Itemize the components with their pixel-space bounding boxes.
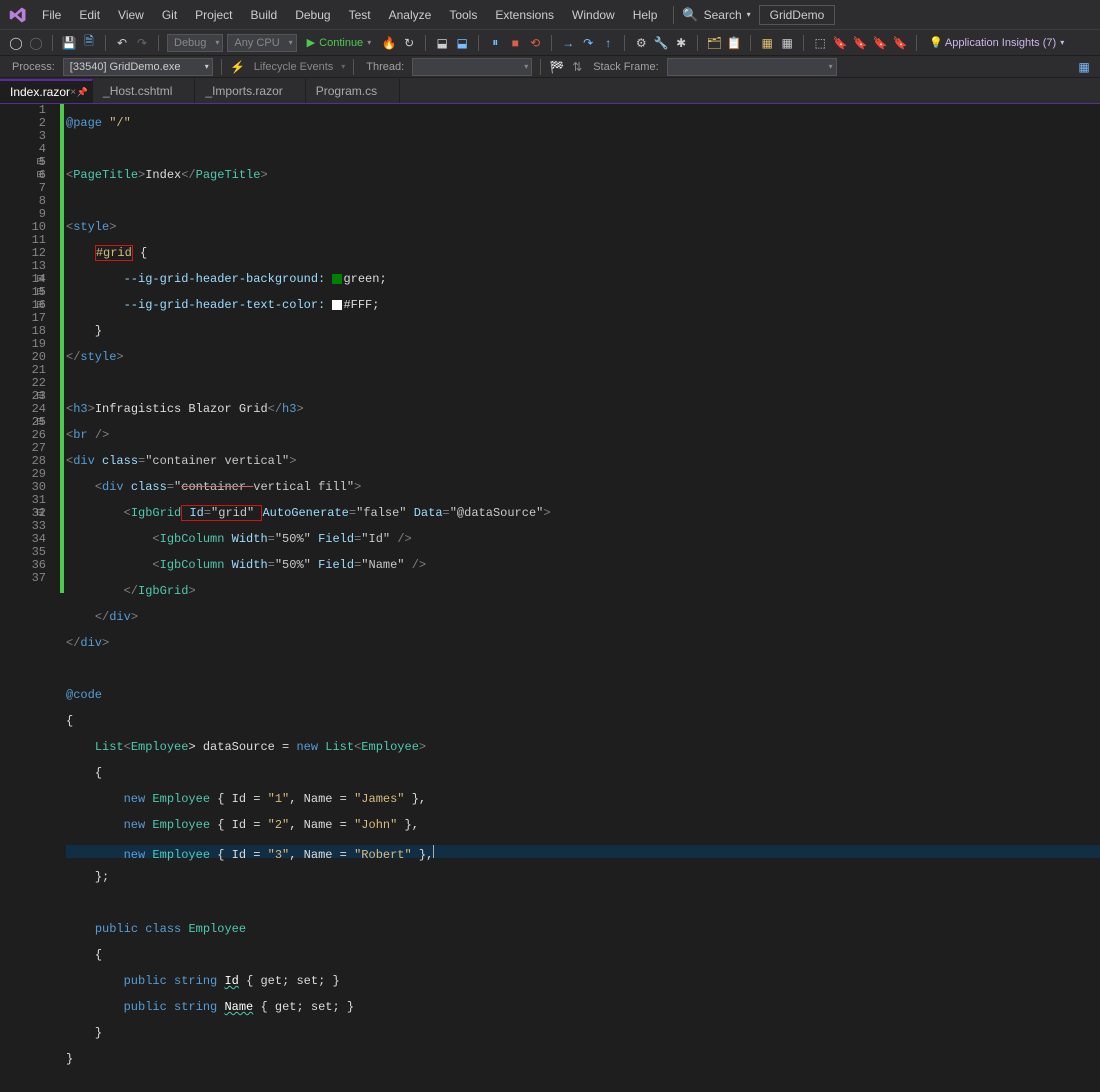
step-over-icon[interactable]: ↷ (580, 35, 596, 51)
forward-icon[interactable]: ◯ (28, 35, 44, 51)
step-out-icon[interactable]: ↑ (600, 35, 616, 51)
process-label: Process: (8, 61, 59, 73)
restart-icon[interactable]: ⟲ (527, 35, 543, 51)
hot-reload-icon[interactable]: 🔥 (381, 35, 397, 51)
menu-file[interactable]: File (34, 4, 69, 26)
lifecycle-icon[interactable]: ⚡ (230, 59, 246, 75)
refresh-icon[interactable]: ↻ (401, 35, 417, 51)
code-content[interactable]: @page "/" <PageTitle>Index</PageTitle> <… (64, 104, 1100, 593)
search-label: Search (704, 8, 742, 22)
menu-extensions[interactable]: Extensions (487, 4, 562, 26)
stop-icon[interactable]: ■ (507, 35, 523, 51)
menu-help[interactable]: Help (625, 4, 666, 26)
step-icon-1[interactable]: ⬓ (434, 35, 450, 51)
win-icon-4[interactable]: 🔖 (872, 35, 888, 51)
toolbar-main: ◯ ◯ 💾 🗎 ↶ ↷ Debug Any CPU ▶Continue▾ 🔥 ↻… (0, 30, 1100, 56)
menu-analyze[interactable]: Analyze (381, 4, 440, 26)
undo-icon[interactable]: ↶ (114, 35, 130, 51)
layer-icon-2[interactable]: ▦ (779, 35, 795, 51)
tool-icon-a[interactable]: ⚙ (633, 35, 649, 51)
menu-debug[interactable]: Debug (287, 4, 338, 26)
tab-host-cshtml[interactable]: _Host.cshtml (93, 79, 195, 103)
search-box[interactable]: 🔍Search▾ (682, 7, 750, 23)
win-icon-5[interactable]: 🔖 (892, 35, 908, 51)
tool-icon-e[interactable]: 📋 (726, 35, 742, 51)
menu-project[interactable]: Project (187, 4, 240, 26)
tool-icon-d[interactable]: 🗂 (706, 35, 722, 51)
redo-icon[interactable]: ↷ (134, 35, 150, 51)
settings-icon[interactable]: ▦ (1076, 59, 1092, 75)
toolbar-debug: Process: [33540] GridDemo.exe ⚡ Lifecycl… (0, 56, 1100, 78)
code-editor[interactable]: 1234 5⊟ 6⊟ 78910 111213 14⊟ 15⊟ 16⊟ 1718… (0, 104, 1100, 593)
tab-program-cs[interactable]: Program.cs (306, 79, 400, 103)
step-into-icon[interactable]: → (560, 35, 576, 51)
config-combo[interactable]: Debug (167, 34, 223, 52)
tool-icon-c[interactable]: ✱ (673, 35, 689, 51)
line-gutter: 1234 5⊟ 6⊟ 78910 111213 14⊟ 15⊟ 16⊟ 1718… (16, 104, 60, 593)
continue-button[interactable]: ▶Continue▾ (301, 34, 378, 51)
menu-tools[interactable]: Tools (441, 4, 485, 26)
win-icon-1[interactable]: ⬚ (812, 35, 828, 51)
vs-logo-icon (8, 5, 28, 25)
stack-icon-2[interactable]: ⇅ (569, 59, 585, 75)
pin-icon[interactable]: 📌 (77, 87, 88, 98)
win-icon-3[interactable]: 🔖 (852, 35, 868, 51)
thread-label: Thread: (362, 61, 408, 73)
menu-test[interactable]: Test (341, 4, 379, 26)
thread-combo[interactable] (412, 58, 532, 76)
menu-build[interactable]: Build (243, 4, 286, 26)
save-all-icon[interactable]: 🗎 (81, 35, 97, 51)
menu-window[interactable]: Window (564, 4, 623, 26)
app-insights-button[interactable]: 💡Application Insights (7)▾ (925, 34, 1068, 51)
stack-combo[interactable] (667, 58, 837, 76)
menu-git[interactable]: Git (154, 4, 185, 26)
stack-frame-icon[interactable]: 🏁 (549, 59, 565, 75)
tool-icon-b[interactable]: 🔧 (653, 35, 669, 51)
tab-index-razor[interactable]: Index.razor📌× (0, 79, 93, 103)
pause-icon[interactable]: ⏸ (487, 35, 503, 51)
solution-name[interactable]: GridDemo (759, 5, 836, 25)
back-icon[interactable]: ◯ (8, 35, 24, 51)
step-icon-2[interactable]: ⬓ (454, 35, 470, 51)
menu-view[interactable]: View (110, 4, 152, 26)
editor-tabs: Index.razor📌× _Host.cshtml _Imports.razo… (0, 78, 1100, 104)
win-icon-2[interactable]: 🔖 (832, 35, 848, 51)
close-icon[interactable]: × (70, 87, 76, 98)
tab-imports-razor[interactable]: _Imports.razor (195, 79, 305, 103)
process-combo[interactable]: [33540] GridDemo.exe (63, 58, 213, 76)
menu-bar: File Edit View Git Project Build Debug T… (0, 0, 1100, 30)
layer-icon-1[interactable]: ▦ (759, 35, 775, 51)
stack-label: Stack Frame: (589, 61, 662, 73)
save-icon[interactable]: 💾 (61, 35, 77, 51)
platform-combo[interactable]: Any CPU (227, 34, 296, 52)
lifecycle-label: Lifecycle Events (250, 61, 337, 73)
menu-edit[interactable]: Edit (71, 4, 108, 26)
